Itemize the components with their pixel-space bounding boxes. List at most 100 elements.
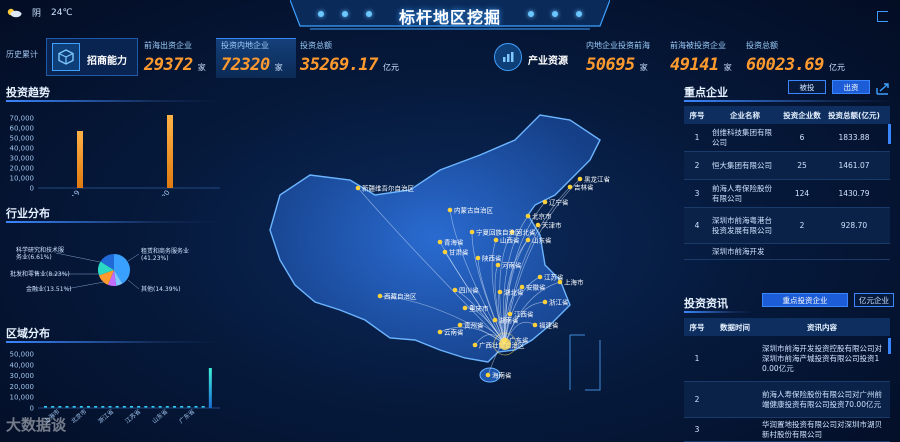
table-row[interactable]: 4 深圳市前海粤港台投资发展有限公司 2 928.70 — [684, 208, 890, 244]
y-tick-label: 30,000 — [10, 372, 35, 380]
news-row[interactable]: 3 华润置地投资有限公司对深圳市湖贝新村股份有限公司 — [684, 418, 890, 442]
y-tick-label: 30,000 — [10, 155, 35, 163]
col-count: 投资企业数 — [783, 110, 821, 120]
region-bar — [151, 406, 155, 408]
stat-label: 投资总额 — [746, 41, 778, 50]
table-body: 1 创维科技集团有限公司 6 1833.88 2 恒大集团有限公司 25 1461.07 3 前海… — [684, 124, 890, 260]
city-label: 福建省 — [539, 321, 559, 330]
region-bar — [194, 406, 198, 408]
news-underline — [684, 311, 754, 313]
city-label: 四川省 — [459, 286, 479, 295]
city-dot[interactable] — [557, 279, 563, 285]
share-icon[interactable] — [876, 80, 890, 99]
city-dot[interactable] — [532, 322, 538, 328]
city-dot[interactable] — [577, 176, 583, 182]
stat-qh-funders: 前海出资企业 29372 家 — [144, 40, 206, 75]
dashboard-root: 阴 24℃ 标杆地区挖掘 历史累计 招商能力 前海出资企业 29372 家 投资… — [0, 0, 900, 442]
pie-label: 金融业(13.51%) — [26, 285, 72, 293]
table-row[interactable]: 3 前海人寿保险股份有限公司 124 1430.79 — [684, 180, 890, 208]
exit-icon[interactable] — [877, 11, 888, 22]
stat-inland-enterprises: 投资内地企业 72320 家 — [221, 40, 283, 75]
stat-label: 前海出资企业 — [144, 41, 192, 50]
stat-unit: 亿元 — [382, 63, 399, 72]
pie-leader-line — [55, 252, 101, 263]
city-dot[interactable] — [447, 207, 453, 213]
city-dot[interactable] — [493, 237, 499, 243]
row-no: 3 — [694, 188, 700, 198]
row-amount: 1833.88 — [838, 132, 870, 142]
city-label: 广东省 — [509, 336, 529, 345]
city-dot[interactable] — [377, 293, 383, 299]
city-label: 海南省 — [492, 371, 512, 380]
city-dot[interactable] — [497, 289, 503, 295]
row-count: 124 — [794, 188, 810, 198]
city-label: 重庆市 — [469, 304, 489, 313]
region-bar — [65, 406, 69, 408]
recruit-title: 招商能力 — [87, 56, 127, 67]
region-bar — [158, 406, 162, 408]
stat-value: 49141 — [670, 55, 719, 75]
region-bar — [101, 406, 105, 408]
city-dot[interactable] — [537, 274, 543, 280]
city-dot[interactable] — [469, 229, 475, 235]
stat-label: 投资内地企业 — [221, 41, 269, 50]
city-label: 西藏自治区 — [384, 292, 417, 301]
news-scrollbar[interactable] — [888, 338, 891, 354]
table-scrollbar[interactable] — [888, 124, 891, 144]
city-dot[interactable] — [452, 287, 458, 293]
city-dot[interactable] — [437, 239, 443, 245]
city-dot[interactable] — [525, 213, 531, 219]
weather-text: 阴 — [32, 9, 42, 19]
col-no: 序号 — [689, 322, 705, 332]
region-bar — [173, 406, 176, 408]
qianhai-source-dot[interactable] — [499, 338, 511, 350]
region-bar — [115, 406, 119, 408]
invested-button[interactable]: 被投 — [788, 80, 826, 94]
row-name: 深圳市前海开发 — [712, 246, 765, 256]
table-row[interactable]: 2 恒大集团有限公司 25 1461.07 — [684, 152, 890, 180]
city-dot[interactable] — [355, 185, 361, 191]
table-row[interactable]: 深圳市前海开发 — [684, 244, 890, 260]
region-bar — [122, 406, 126, 408]
pie-label: 其他(14.39%) — [141, 285, 181, 293]
city-dot[interactable] — [442, 249, 448, 255]
col-name: 企业名称 — [730, 110, 760, 120]
city-dot[interactable] — [472, 342, 478, 348]
billion-enterprise-button[interactable]: 亿元企业 — [854, 293, 894, 307]
pie-leader-line — [127, 279, 140, 290]
south-sea-frame — [569, 334, 601, 391]
trend-underline — [6, 100, 220, 102]
city-label: 湖南省 — [499, 316, 519, 325]
x-tick-label: 广东省 — [177, 407, 196, 425]
stat-value: 50695 — [586, 55, 635, 75]
city-label: 贵州省 — [464, 321, 484, 330]
key-invest-enterprise-button[interactable]: 重点投资企业 — [762, 293, 848, 307]
city-dot[interactable] — [485, 372, 491, 378]
news-row[interactable]: 1 深圳市前海开发投资控股有限公司对深圳市前海产城投资有限公司投资10.00亿元 — [684, 336, 890, 382]
city-dot[interactable] — [437, 329, 443, 335]
city-dot[interactable] — [542, 199, 548, 205]
y-tick-label: 20,000 — [10, 383, 35, 391]
city-label: 河南省 — [502, 261, 522, 270]
row-name: 深圳市前海粤港台投资发展有限公司 — [712, 215, 772, 235]
table-row[interactable]: 1 创维科技集团有限公司 6 1833.88 — [684, 124, 890, 152]
city-dot[interactable] — [475, 255, 481, 261]
watermark-text: 大数据谈 — [6, 416, 67, 434]
city-dot[interactable] — [457, 322, 463, 328]
y-tick-label: 40,000 — [10, 145, 35, 153]
news-row[interactable]: 2 前海人寿保险股份有限公司对广州前端健康投资有限公司投资70.00亿元 — [684, 382, 890, 418]
city-dot[interactable] — [525, 237, 531, 243]
city-label: 陕西省 — [482, 254, 502, 263]
invest-button[interactable]: 出资 — [832, 80, 870, 94]
city-dot[interactable] — [567, 184, 573, 190]
city-dot[interactable] — [535, 222, 541, 228]
city-dot[interactable] — [462, 305, 468, 311]
city-dot[interactable] — [495, 262, 501, 268]
stat-recruit-total: 投资总额 35269.17 亿元 — [300, 40, 399, 75]
news-body: 1 深圳市前海开发投资控股有限公司对深圳市前海产城投资有限公司投资10.00亿元 2… — [684, 336, 890, 442]
city-dot[interactable] — [542, 299, 548, 305]
stat-value: 35269.17 — [300, 55, 378, 75]
trend-bar — [167, 115, 173, 188]
col-content: 资讯内容 — [807, 322, 837, 332]
city-dot[interactable] — [492, 317, 498, 323]
